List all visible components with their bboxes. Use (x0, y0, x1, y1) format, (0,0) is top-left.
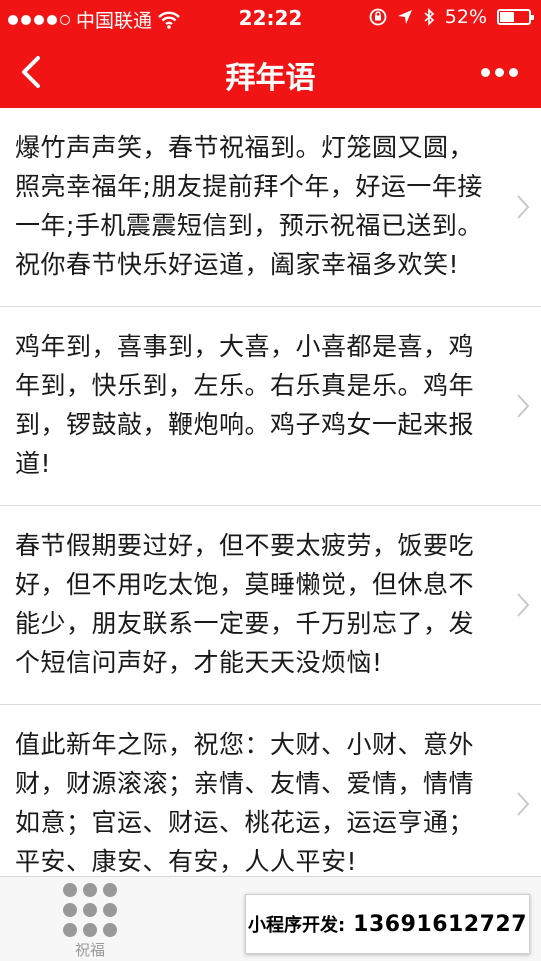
list-item[interactable]: 爆竹声声笑，春节祝福到。灯笼圆又圆，照亮幸福年;朋友提前拜个年，好运一年接一年;… (0, 108, 541, 307)
list-item[interactable]: 值此新年之际，祝您：大财、小财、意外财，财源滚滚；亲情、友情、爱情，情情如意；官… (0, 705, 541, 876)
greeting-text: 值此新年之际，祝您：大财、小财、意外财，财源滚滚；亲情、友情、爱情，情情如意；官… (15, 730, 475, 876)
chevron-right-icon (517, 792, 530, 816)
battery-icon (497, 9, 534, 25)
chevron-right-icon (517, 593, 530, 617)
greeting-text: 春节假期要过好，但不要太疲劳，饭要吃好，但不用吃太饱，莫睡懒觉，但休息不能少，朋… (15, 531, 475, 677)
nav-bar: 拜年语 (0, 36, 541, 108)
chevron-right-icon (517, 394, 530, 418)
status-right: 52% (369, 6, 534, 28)
greeting-text: 爆竹声声笑，春节祝福到。灯笼圆又圆，照亮幸福年;朋友提前拜个年，好运一年接一年;… (15, 133, 483, 279)
greeting-text: 鸡年到，喜事到，大喜，小喜都是喜，鸡年到，快乐到，左乐。右乐真是乐。鸡年到，锣鼓… (15, 332, 475, 478)
list-item[interactable]: 春节假期要过好，但不要太疲劳，饭要吃好，但不用吃太饱，莫睡懒觉，但休息不能少，朋… (0, 506, 541, 705)
more-dots-icon (481, 67, 490, 77)
more-button[interactable] (481, 58, 521, 86)
greeting-list: 爆竹声声笑，春节祝福到。灯笼圆又圆，照亮幸福年;朋友提前拜个年，好运一年接一年;… (0, 108, 541, 876)
tab-blessing[interactable]: 祝福 (55, 883, 125, 961)
battery-percent: 52% (444, 6, 487, 28)
chevron-right-icon (517, 195, 530, 219)
page-title: 拜年语 (225, 61, 316, 96)
bluetooth-icon (424, 8, 434, 26)
ad-phone: 13691612727 (353, 911, 528, 937)
list-item[interactable]: 鸡年到，喜事到，大喜，小喜都是喜，鸡年到，快乐到，左乐。右乐真是乐。鸡年到，锣鼓… (0, 307, 541, 506)
location-icon (397, 10, 412, 24)
orientation-lock-icon (369, 8, 387, 26)
app-header: 中国联通 22:22 52% 拜年语 (0, 0, 541, 108)
grid-dots-icon (63, 883, 117, 937)
tab-label: 祝福 (74, 941, 105, 959)
status-bar: 中国联通 22:22 52% (0, 0, 541, 36)
ad-label: 小程序开发: (247, 915, 346, 936)
ad-banner[interactable]: 小程序开发: 13691612727 (245, 894, 530, 954)
